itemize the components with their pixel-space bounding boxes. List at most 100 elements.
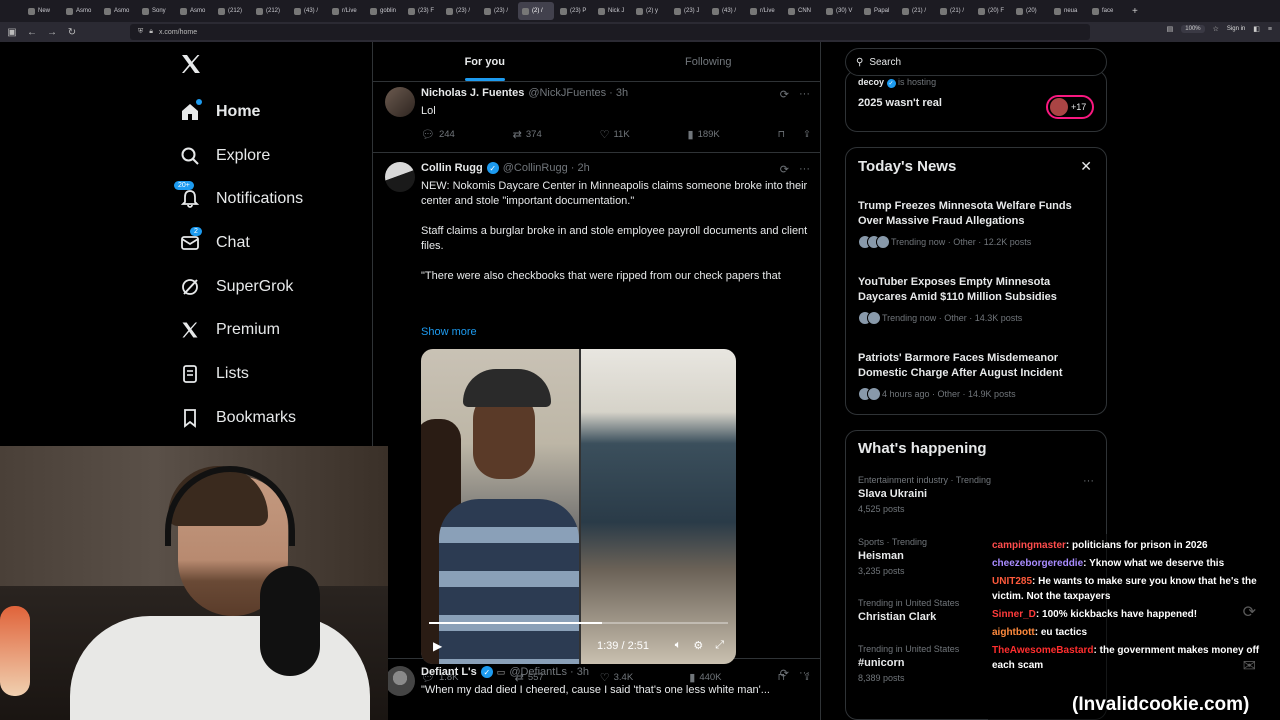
verified-badge-icon: ✓	[480, 666, 493, 678]
browser-tab[interactable]: Nick J	[594, 2, 630, 20]
nav-chat[interactable]: 2 Chat	[180, 221, 303, 265]
browser-tab[interactable]: Sony	[138, 2, 174, 20]
more-icon[interactable]: ···	[799, 667, 810, 680]
tweet[interactable]: Nicholas J. Fuentes @NickJFuentes · 3h ⟳…	[373, 83, 820, 153]
browser-tab[interactable]: (30) V	[822, 2, 858, 20]
avatar[interactable]	[385, 87, 415, 117]
grok-icon[interactable]: ⟳	[780, 667, 789, 680]
author-name[interactable]: Defiant L's	[421, 666, 477, 678]
browser-tab[interactable]: (43) /	[290, 2, 326, 20]
browser-tab[interactable]: Papal	[860, 2, 896, 20]
browser-tab[interactable]: (23) J	[670, 2, 706, 20]
bookmark-icon[interactable]: ⊓	[778, 129, 785, 140]
repost-button[interactable]: ⇄ 374	[513, 128, 542, 141]
views-button[interactable]: ▮ 189K	[688, 128, 720, 141]
browser-tab[interactable]: (212)	[252, 2, 288, 20]
browser-tab[interactable]: (20) F	[974, 2, 1010, 20]
browser-tab[interactable]: (23) /	[442, 2, 478, 20]
chat-text: politicians for prison in 2026	[1072, 540, 1208, 551]
browser-tab[interactable]: Asmo	[100, 2, 136, 20]
menu-icon[interactable]: ≡	[1268, 26, 1272, 33]
browser-tab[interactable]: (23) /	[480, 2, 516, 20]
close-icon[interactable]: ✕	[1080, 158, 1092, 175]
chat-username: campingmaster	[992, 540, 1066, 551]
browser-tab[interactable]: (23) F	[404, 2, 440, 20]
browser-tab[interactable]: CNN	[784, 2, 820, 20]
fullscreen-icon[interactable]: ⤢	[715, 639, 724, 652]
nav-lists[interactable]: Lists	[180, 352, 303, 396]
browser-tab[interactable]: (21) /	[898, 2, 934, 20]
browser-tab[interactable]: goblin	[366, 2, 402, 20]
browser-tab[interactable]: (20)	[1012, 2, 1048, 20]
back-icon[interactable]: ←	[26, 27, 38, 38]
sign-in-button[interactable]: Sign in	[1227, 26, 1245, 32]
tab-label: Sony	[152, 8, 166, 14]
search-input[interactable]: ⚲ Search	[845, 48, 1107, 76]
browser-tab[interactable]: r/Live	[328, 2, 364, 20]
bookmark-star-icon[interactable]: ☆	[1213, 25, 1219, 33]
author-name[interactable]: Collin Rugg	[421, 162, 483, 174]
address-bar[interactable]: ⛨ 🔒︎ x.com/home	[130, 24, 1090, 40]
extensions-icon[interactable]: ◧	[1253, 25, 1260, 33]
more-icon[interactable]: ···	[799, 163, 810, 176]
grok-icon[interactable]: ⟳	[780, 163, 789, 176]
video-player[interactable]: ▶ 1:39 / 2:51 🔈︎ ⚙ ⤢	[421, 349, 736, 664]
browser-tab[interactable]: (21) /	[936, 2, 972, 20]
browser-tab[interactable]: (2) y	[632, 2, 668, 20]
browser-tab[interactable]: (23) P	[556, 2, 592, 20]
trend-item[interactable]: Entertainment industry · Trending Slava …	[858, 475, 1098, 514]
tweet[interactable]: Defiant L's ✓ ▭ @DefiantLs · 3h ⟳ ··· "W…	[373, 660, 820, 720]
browser-tab[interactable]: (43) /	[708, 2, 744, 20]
author-handle[interactable]: @CollinRugg · 2h	[503, 162, 590, 174]
tab-label: (23) P	[570, 8, 587, 14]
nav-bookmarks[interactable]: Bookmarks	[180, 396, 303, 440]
play-icon[interactable]: ▶	[433, 639, 442, 653]
grok-icon[interactable]: ⟳	[780, 88, 789, 101]
author-name[interactable]: Nicholas J. Fuentes	[421, 87, 524, 99]
space-listeners[interactable]: +17	[1046, 95, 1094, 119]
news-item[interactable]: Trump Freezes Minnesota Welfare Funds Ov…	[858, 199, 1098, 249]
browser-tab[interactable]: neua	[1050, 2, 1086, 20]
nav-explore[interactable]: Explore	[180, 134, 303, 178]
reply-button[interactable]: 💬︎ 244	[421, 128, 455, 141]
settings-icon[interactable]: ⚙	[693, 639, 703, 652]
like-button[interactable]: ♡ 11K	[600, 128, 630, 141]
show-more-link[interactable]: Show more	[421, 325, 811, 340]
browser-tab[interactable]: Asmo	[62, 2, 98, 20]
more-icon[interactable]: ···	[799, 88, 810, 101]
browser-tab[interactable]: (2) /	[518, 2, 554, 20]
reader-icon[interactable]: ▤	[1167, 25, 1174, 33]
nav-home[interactable]: Home	[180, 90, 303, 134]
tab-favicon-icon	[560, 7, 567, 15]
search-icon: ⚲	[856, 56, 864, 68]
news-item[interactable]: Patriots' Barmore Faces Misdemeanor Dome…	[858, 351, 1098, 401]
tab-following[interactable]: Following	[597, 42, 821, 81]
author-handle[interactable]: @DefiantLs · 3h	[509, 666, 589, 678]
browser-tab[interactable]: r/Live	[746, 2, 782, 20]
nav-notifications[interactable]: 20+ Notifications	[174, 177, 303, 221]
author-handle[interactable]: @NickJFuentes · 3h	[528, 87, 628, 99]
nav-premium[interactable]: Premium	[180, 308, 303, 352]
browser-tab[interactable]: New	[24, 2, 60, 20]
webcam-plush-toy	[0, 606, 30, 696]
browser-tab[interactable]: Asmo	[176, 2, 212, 20]
volume-icon[interactable]: 🔈︎	[675, 639, 682, 652]
browser-tab[interactable]: face	[1088, 2, 1124, 20]
forward-icon[interactable]: →	[46, 27, 58, 38]
x-logo-icon[interactable]	[179, 52, 203, 76]
share-icon[interactable]: ⇪	[803, 129, 811, 140]
nav-supergrok[interactable]: SuperGrok	[180, 265, 303, 309]
live-space-card[interactable]: decoy ✓ is hosting 2025 wasn't real +17	[845, 70, 1107, 132]
avatar[interactable]	[385, 162, 415, 192]
avatar[interactable]	[385, 666, 415, 696]
news-item[interactable]: YouTuber Exposes Empty Minnesota Daycare…	[858, 275, 1098, 325]
zoom-level[interactable]: 100%	[1181, 25, 1205, 33]
new-tab-icon[interactable]: +	[1126, 6, 1144, 17]
reload-icon[interactable]: ↻	[66, 27, 78, 38]
browser-tab[interactable]: (212)	[214, 2, 250, 20]
tweet[interactable]: Collin Rugg ✓ @CollinRugg · 2h ⟳ ··· NEW…	[373, 154, 820, 684]
webcam-microphone	[260, 566, 320, 676]
sidebar-toggle-icon[interactable]: ▣	[6, 27, 18, 38]
video-progress-bar[interactable]	[429, 622, 728, 624]
tab-for-you[interactable]: For you	[373, 42, 597, 81]
